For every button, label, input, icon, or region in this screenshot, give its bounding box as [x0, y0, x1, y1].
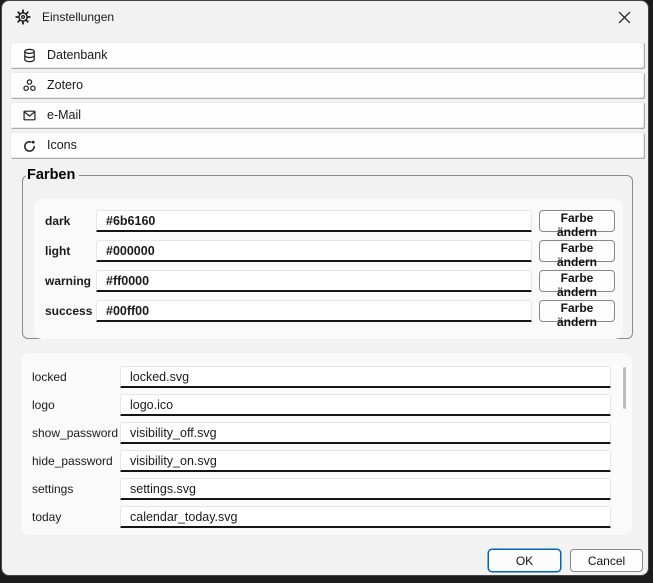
- ok-button[interactable]: OK: [488, 549, 561, 572]
- section-label: Zotero: [47, 78, 83, 92]
- color-label: light: [42, 244, 89, 258]
- section-header-datenbank[interactable]: Datenbank: [10, 42, 644, 68]
- section-label: Icons: [47, 138, 77, 152]
- change-color-button[interactable]: Farbe ändern: [539, 300, 615, 322]
- color-row-success: success Farbe ändern: [42, 300, 615, 322]
- rotate-icon: [22, 138, 37, 153]
- window-title: Einstellungen: [42, 10, 114, 24]
- color-value-input-success[interactable]: [96, 300, 532, 322]
- change-color-button[interactable]: Farbe ändern: [539, 270, 615, 292]
- icon-file-row-settings: settings: [29, 478, 611, 500]
- color-row-light: light Farbe ändern: [42, 240, 615, 262]
- section-header-zotero[interactable]: Zotero: [10, 72, 644, 98]
- close-button[interactable]: [602, 2, 646, 32]
- icon-file-row-today: today: [29, 506, 611, 528]
- farben-panel: dark Farbe ändern light Farbe ändern war…: [34, 199, 623, 339]
- mail-icon: [22, 108, 37, 123]
- icon-file-input-logo[interactable]: [120, 394, 611, 416]
- icon-file-label: hide_password: [29, 454, 120, 468]
- icon-file-input-locked[interactable]: [120, 366, 611, 388]
- color-value-input-warning[interactable]: [96, 270, 532, 292]
- color-label: warning: [42, 274, 89, 288]
- icon-file-label: locked: [29, 370, 120, 384]
- settings-dialog: Einstellungen Datenbank: [1, 0, 649, 576]
- icon-file-input-show-password[interactable]: [120, 422, 611, 444]
- color-label: dark: [42, 214, 89, 228]
- icon-file-row-hide-password: hide_password: [29, 450, 611, 472]
- cancel-button[interactable]: Cancel: [570, 549, 643, 572]
- section-label: e-Mail: [47, 108, 81, 122]
- vertical-scrollbar-thumb[interactable]: [623, 367, 626, 409]
- icon-file-row-logo: logo: [29, 394, 611, 416]
- icon-file-input-settings[interactable]: [120, 478, 611, 500]
- icon-file-label: logo: [29, 398, 120, 412]
- icon-file-label: show_password: [29, 426, 120, 440]
- section-label: Datenbank: [47, 48, 107, 62]
- change-color-button[interactable]: Farbe ändern: [539, 210, 615, 232]
- color-row-warning: warning Farbe ändern: [42, 270, 615, 292]
- section-header-email[interactable]: e-Mail: [10, 102, 644, 128]
- change-color-button[interactable]: Farbe ändern: [539, 240, 615, 262]
- icon-file-input-today[interactable]: [120, 506, 611, 528]
- farben-groupbox: Farben dark Farbe ändern light Farbe änd…: [22, 167, 633, 339]
- color-value-input-dark[interactable]: [96, 210, 532, 232]
- section-header-icons[interactable]: Icons: [10, 132, 644, 158]
- color-value-input-light[interactable]: [96, 240, 532, 262]
- database-icon: [22, 48, 37, 63]
- close-icon: [618, 11, 631, 24]
- screen: Einstellungen Datenbank: [0, 0, 653, 583]
- color-label: success: [42, 304, 89, 318]
- farben-group-title: Farben: [26, 167, 79, 183]
- icon-file-input-hide-password[interactable]: [120, 450, 611, 472]
- section-list: Datenbank Zotero e-Mail: [10, 42, 644, 162]
- color-row-dark: dark Farbe ändern: [42, 210, 615, 232]
- icon-file-label: settings: [29, 482, 120, 496]
- icon-file-label: today: [29, 510, 120, 524]
- titlebar: Einstellungen: [2, 1, 648, 33]
- icon-file-row-locked: locked: [29, 366, 611, 388]
- icon-files-panel: locked logo show_password hide_password …: [21, 353, 632, 535]
- gear-icon: [15, 9, 31, 25]
- icon-file-row-show-password: show_password: [29, 422, 611, 444]
- zotero-icon: [22, 78, 37, 93]
